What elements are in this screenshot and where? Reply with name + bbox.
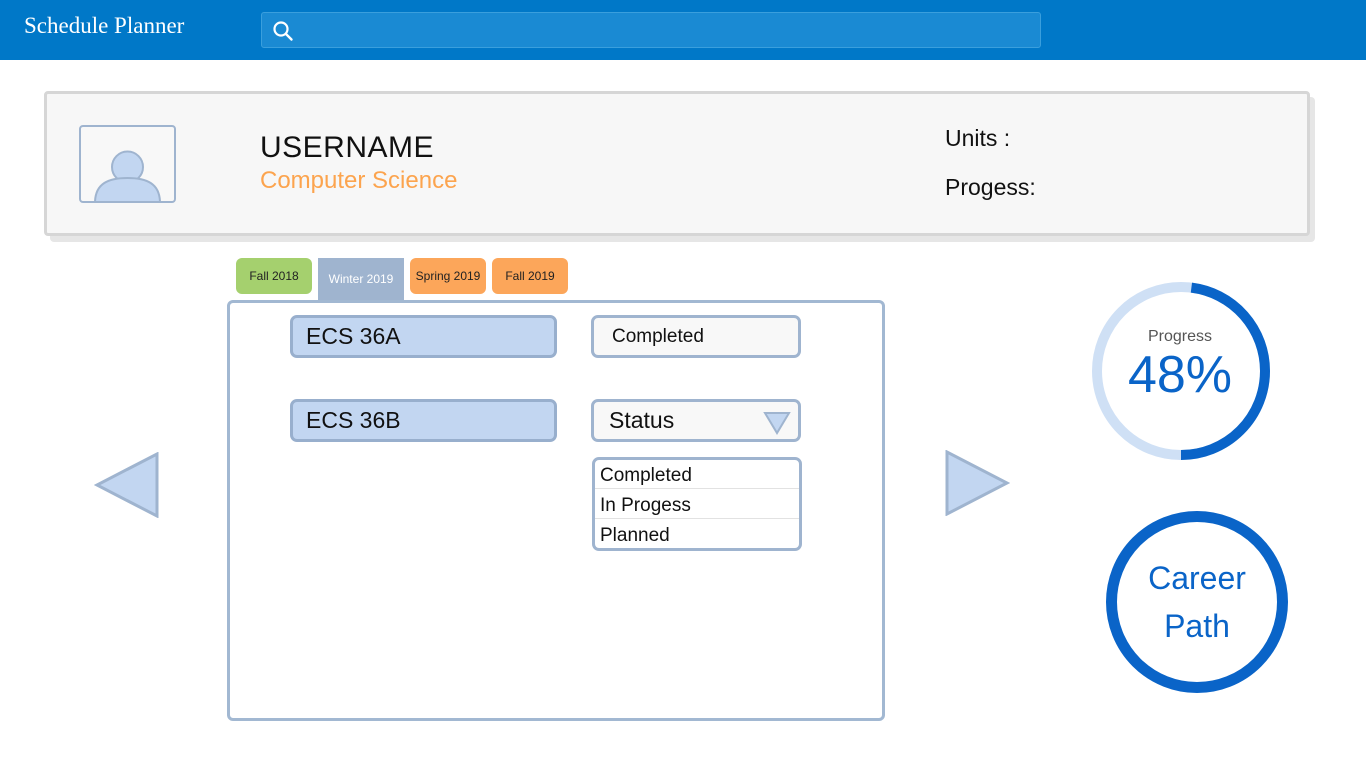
status-options-list: Completed In Progess Planned	[592, 457, 802, 551]
username: USERNAME	[260, 131, 435, 164]
top-bar: Schedule Planner	[0, 0, 1366, 60]
status-field-ecs-36a[interactable]: Completed	[591, 315, 801, 358]
option-completed[interactable]: Completed	[595, 460, 799, 490]
app-title: Schedule Planner	[24, 13, 185, 38]
search-icon[interactable]	[272, 20, 294, 42]
triangle-left-icon[interactable]	[94, 452, 160, 518]
major: Computer Science	[260, 167, 458, 194]
status-dropdown-ecs-36b[interactable]: Status	[591, 399, 801, 442]
career-path-label-line2: Path	[1164, 608, 1230, 644]
option-in-progress[interactable]: In Progess	[595, 489, 799, 519]
tab-fall-2018[interactable]: Fall 2018	[236, 258, 312, 294]
avatar[interactable]	[79, 125, 176, 203]
search-bar[interactable]	[261, 12, 1041, 48]
course-ecs-36a[interactable]: ECS 36A	[290, 315, 557, 358]
tab-winter-2019[interactable]: Winter 2019	[318, 258, 404, 300]
course-ecs-36b[interactable]: ECS 36B	[290, 399, 557, 442]
option-planned[interactable]: Planned	[595, 519, 799, 548]
career-path-label-line1: Career	[1148, 560, 1246, 596]
status-value: Status	[609, 407, 675, 433]
status-value: Completed	[612, 325, 704, 347]
triangle-down-icon[interactable]	[763, 411, 791, 435]
tab-fall-2019[interactable]: Fall 2019	[492, 258, 568, 294]
triangle-right-icon[interactable]	[944, 450, 1010, 516]
tab-spring-2019[interactable]: Spring 2019	[410, 258, 486, 294]
progress-label: Progess:	[945, 174, 1036, 200]
units-label: Units :	[945, 125, 1011, 151]
career-path-button[interactable]: Career Path	[1106, 511, 1288, 693]
progress-ring-label: Progress	[1147, 328, 1213, 345]
user-avatar-icon	[94, 150, 161, 201]
progress-ring-value: 48%	[1127, 346, 1233, 404]
profile-card: USERNAME Computer Science Units : Proges…	[44, 91, 1310, 236]
search-input[interactable]	[302, 17, 1032, 43]
